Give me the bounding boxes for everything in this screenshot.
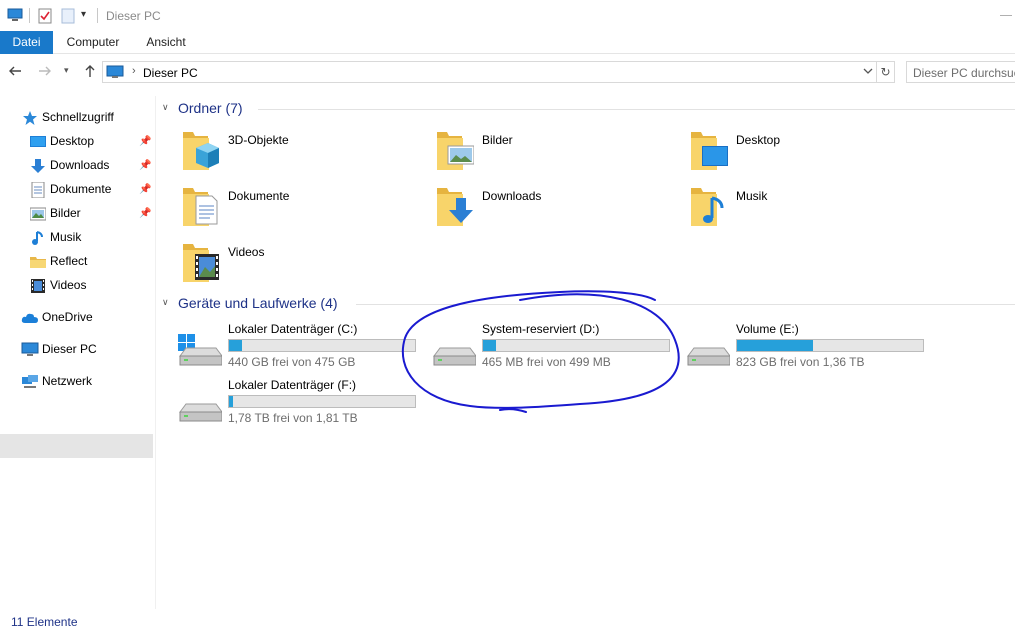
sidebar-item-reflect[interactable]: Reflect: [0, 250, 153, 274]
downloads-folder-icon: [436, 186, 474, 231]
recent-locations-chevron-icon[interactable]: ▾: [64, 65, 69, 76]
collapse-chevron-icon[interactable]: ∨: [162, 297, 169, 308]
group-divider: [356, 304, 1015, 305]
sidebar-item-netzwerk[interactable]: Netzwerk: [0, 370, 153, 394]
videos-folder-icon: [182, 242, 220, 287]
sidebar-item-videos[interactable]: Videos: [0, 274, 153, 298]
folder-3d-objekte[interactable]: 3D-Objekte: [182, 130, 422, 180]
video-icon: [30, 278, 46, 294]
folder-desktop[interactable]: Desktop: [690, 130, 930, 180]
music-note-icon: [30, 230, 46, 246]
sidebar-item-label: Netzwerk: [42, 374, 93, 388]
folder-videos[interactable]: Videos: [182, 242, 422, 292]
computer-icon: [21, 342, 39, 358]
sidebar-item-label: Videos: [50, 278, 87, 292]
usage-bar: [736, 339, 924, 352]
hard-drive-icon: [686, 334, 731, 371]
title-bar: ▾ Dieser PC: [0, 0, 1015, 31]
sidebar-item-label: Desktop: [50, 134, 95, 148]
breadcrumb-chevron-icon[interactable]: ›: [132, 65, 136, 77]
forward-arrow-icon[interactable]: [38, 64, 52, 81]
folder-icon: [30, 254, 46, 270]
usage-bar-fill: [483, 340, 497, 351]
music-folder-icon: [690, 186, 728, 231]
computer-icon: [7, 8, 23, 25]
sidebar-item-label: Dokumente: [50, 182, 112, 196]
selected-highlight: [0, 434, 153, 458]
status-bar-item-count: 11 Elemente: [11, 615, 78, 628]
sidebar-item-label: Dieser PC: [42, 342, 97, 356]
tab-datei[interactable]: Datei: [0, 31, 53, 54]
collapse-chevron-icon[interactable]: ∨: [162, 102, 169, 113]
address-bar[interactable]: › Dieser PC: [102, 61, 877, 83]
window-title: Dieser PC: [106, 9, 161, 23]
sidebar-item-onedrive[interactable]: OneDrive: [0, 306, 153, 330]
customize-toolbar-dropdown-icon[interactable]: ▾: [81, 9, 86, 20]
sidebar-item-label: Downloads: [50, 158, 110, 172]
usage-bar: [482, 339, 670, 352]
star-icon: [22, 110, 38, 126]
refresh-button[interactable]: ↻: [877, 61, 895, 83]
usage-bar: [228, 339, 416, 352]
sidebar-item-schnellzugriff[interactable]: Schnellzugriff: [22, 106, 152, 130]
folder-bilder[interactable]: Bilder: [436, 130, 676, 180]
sidebar-item-dokumente[interactable]: Dokumente 📌: [0, 178, 153, 202]
document-icon: [30, 181, 46, 199]
usage-bar-fill: [737, 340, 814, 351]
hard-drive-icon: [432, 334, 477, 371]
properties-icon[interactable]: [38, 8, 52, 27]
drive-f[interactable]: Lokaler Datenträger (F:) 1,78 TB frei vo…: [178, 378, 428, 430]
computer-icon: [106, 65, 124, 82]
network-icon: [21, 374, 38, 390]
minimize-button[interactable]: [1000, 15, 1012, 16]
up-arrow-icon[interactable]: [83, 64, 97, 81]
pin-icon[interactable]: 📌: [139, 179, 151, 201]
navigation-pane: Schnellzugriff Desktop 📌 Downloads 📌 Dok…: [0, 96, 156, 609]
new-folder-icon[interactable]: [61, 8, 75, 27]
folder-downloads[interactable]: Downloads: [436, 186, 676, 236]
sidebar-item-dieser-pc[interactable]: Dieser PC: [0, 338, 153, 362]
download-arrow-icon: [30, 158, 46, 174]
sidebar-item-label: Schnellzugriff: [42, 110, 114, 124]
back-arrow-icon[interactable]: [8, 64, 22, 81]
sidebar-item-label: Bilder: [50, 206, 81, 220]
ribbon-tabs: Datei Computer Ansicht: [0, 31, 1015, 54]
drive-c[interactable]: Lokaler Datenträger (C:) 440 GB frei von…: [178, 322, 428, 374]
sidebar-item-musik[interactable]: Musik: [0, 226, 153, 250]
documents-folder-icon: [182, 186, 220, 231]
hard-drive-icon: [178, 390, 223, 427]
group-divider: [258, 109, 1015, 110]
pictures-icon: [29, 206, 47, 222]
drive-d[interactable]: System-reserviert (D:) 465 MB frei von 4…: [432, 322, 682, 374]
3d-objects-icon: [182, 130, 220, 175]
address-dropdown-icon[interactable]: [862, 65, 874, 80]
refresh-icon: ↻: [880, 65, 891, 79]
desktop-icon: [30, 134, 46, 150]
sidebar-item-label: Musik: [50, 230, 82, 244]
sidebar-item-downloads[interactable]: Downloads 📌: [0, 154, 153, 178]
cloud-icon: [21, 310, 38, 326]
usage-bar-fill: [229, 340, 243, 351]
tab-ansicht[interactable]: Ansicht: [136, 31, 196, 54]
usage-bar-fill: [229, 396, 233, 407]
pin-icon[interactable]: 📌: [139, 131, 151, 153]
search-input[interactable]: Dieser PC durchsuchen: [906, 61, 1015, 83]
sidebar-item-label: Reflect: [50, 254, 88, 268]
usage-bar: [228, 395, 416, 408]
folder-musik[interactable]: Musik: [690, 186, 930, 236]
pin-icon[interactable]: 📌: [139, 155, 151, 177]
folder-dokumente[interactable]: Dokumente: [182, 186, 422, 236]
desktop-folder-icon: [690, 130, 728, 175]
pin-icon[interactable]: 📌: [139, 203, 151, 225]
tab-computer[interactable]: Computer: [58, 31, 128, 54]
windows-drive-icon: [178, 334, 223, 371]
pictures-folder-icon: [436, 130, 475, 175]
breadcrumb-location[interactable]: Dieser PC: [143, 66, 198, 80]
sidebar-item-desktop[interactable]: Desktop 📌: [0, 130, 153, 154]
sidebar-item-bilder[interactable]: Bilder 📌: [0, 202, 153, 226]
drive-e[interactable]: Volume (E:) 823 GB frei von 1,36 TB: [686, 322, 936, 374]
sidebar-item-label: OneDrive: [42, 310, 93, 324]
